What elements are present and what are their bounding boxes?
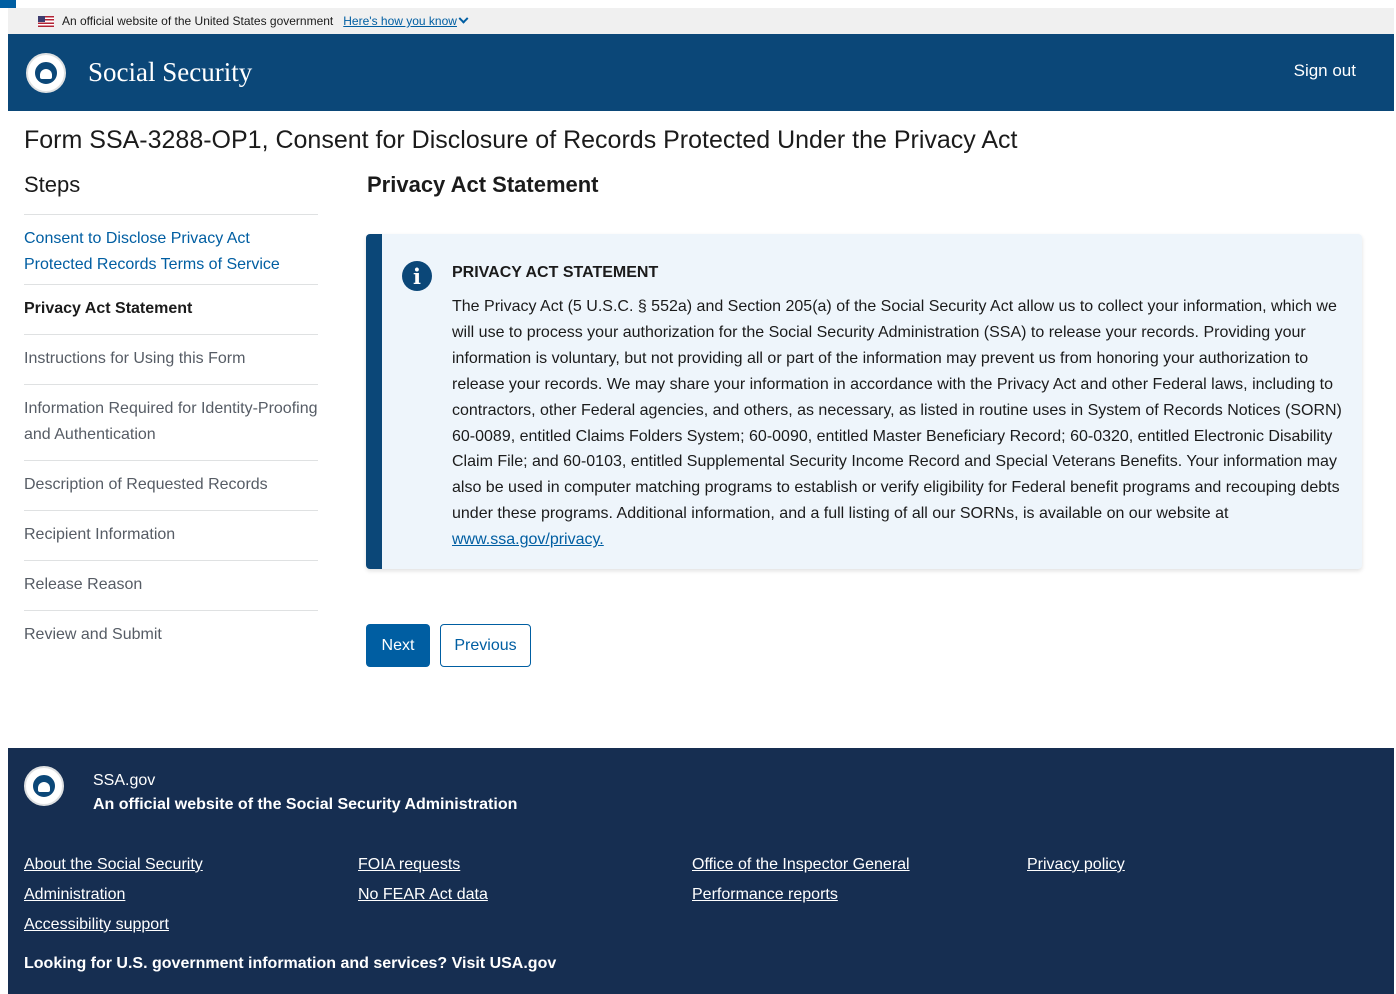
step-release-reason: Release Reason [24,561,318,611]
footer-link-privacy-policy[interactable]: Privacy policy [1027,850,1125,880]
footer-link-accessibility[interactable]: Accessibility support [24,910,254,940]
step-link[interactable]: Consent to Disclose Privacy Act Protecte… [24,230,280,273]
page-edge-marker [0,0,16,8]
gov-banner-text: An official website of the United States… [62,14,334,28]
form-title: Form SSA-3288-OP1, Consent for Disclosur… [24,126,1018,154]
ssa-privacy-link[interactable]: www.ssa.gov/privacy. [452,531,604,548]
footer-link-oig[interactable]: Office of the Inspector General [692,850,910,880]
gov-banner: An official website of the United States… [8,8,1394,34]
step-recipient-information: Recipient Information [24,511,318,561]
visit-usa-gov-link[interactable]: Visit USA.gov [452,955,557,972]
footer-looking-text: Looking for U.S. government information … [24,955,448,972]
footer-link-about-ssa[interactable]: About the Social Security Administration [24,850,254,910]
previous-button[interactable]: Previous [440,624,531,667]
site-footer: SSA.gov An official website of the Socia… [8,748,1394,994]
step-identity-proofing: Information Required for Identity-Proofi… [24,385,318,461]
site-title[interactable]: Social Security [88,57,252,88]
ssa-seal-icon[interactable] [26,52,66,93]
chevron-down-icon [458,13,469,24]
heres-how-you-know-link[interactable]: Here's how you know [343,13,469,28]
sign-out-link[interactable]: Sign out [1294,61,1356,81]
footer-links-col3: Office of the Inspector General Performa… [692,850,910,910]
step-description-records: Description of Requested Records [24,461,318,511]
footer-link-performance[interactable]: Performance reports [692,880,910,910]
alert-body: The Privacy Act (5 U.S.C. § 552a) and Se… [452,294,1352,553]
footer-usa-gov: Looking for U.S. government information … [24,955,556,973]
site-header: Social Security Sign out [8,34,1394,111]
footer-links-col4: Privacy policy [1027,850,1125,880]
privacy-act-alert: i PRIVACY ACT STATEMENT The Privacy Act … [366,234,1362,569]
next-button[interactable]: Next [366,624,430,667]
steps-nav: Consent to Disclose Privacy Act Protecte… [24,214,318,660]
section-heading: Privacy Act Statement [367,172,599,197]
footer-link-foia[interactable]: FOIA requests [358,850,488,880]
alert-heading: PRIVACY ACT STATEMENT [452,264,659,281]
footer-links-col2: FOIA requests No FEAR Act data [358,850,488,910]
footer-official-text: An official website of the Social Securi… [93,796,518,813]
step-consent-terms[interactable]: Consent to Disclose Privacy Act Protecte… [24,215,318,285]
step-instructions: Instructions for Using this Form [24,335,318,385]
footer-link-no-fear[interactable]: No FEAR Act data [358,880,488,910]
us-flag-icon [38,15,54,27]
steps-heading: Steps [24,172,81,197]
alert-body-text: The Privacy Act (5 U.S.C. § 552a) and Se… [452,298,1342,523]
ssa-seal-icon [24,766,64,806]
step-privacy-act-statement: Privacy Act Statement [24,285,318,335]
info-icon: i [402,261,432,291]
footer-site-name: SSA.gov [93,772,156,789]
step-review-submit: Review and Submit [24,626,162,643]
footer-links-col1: About the Social Security Administration… [24,850,254,940]
